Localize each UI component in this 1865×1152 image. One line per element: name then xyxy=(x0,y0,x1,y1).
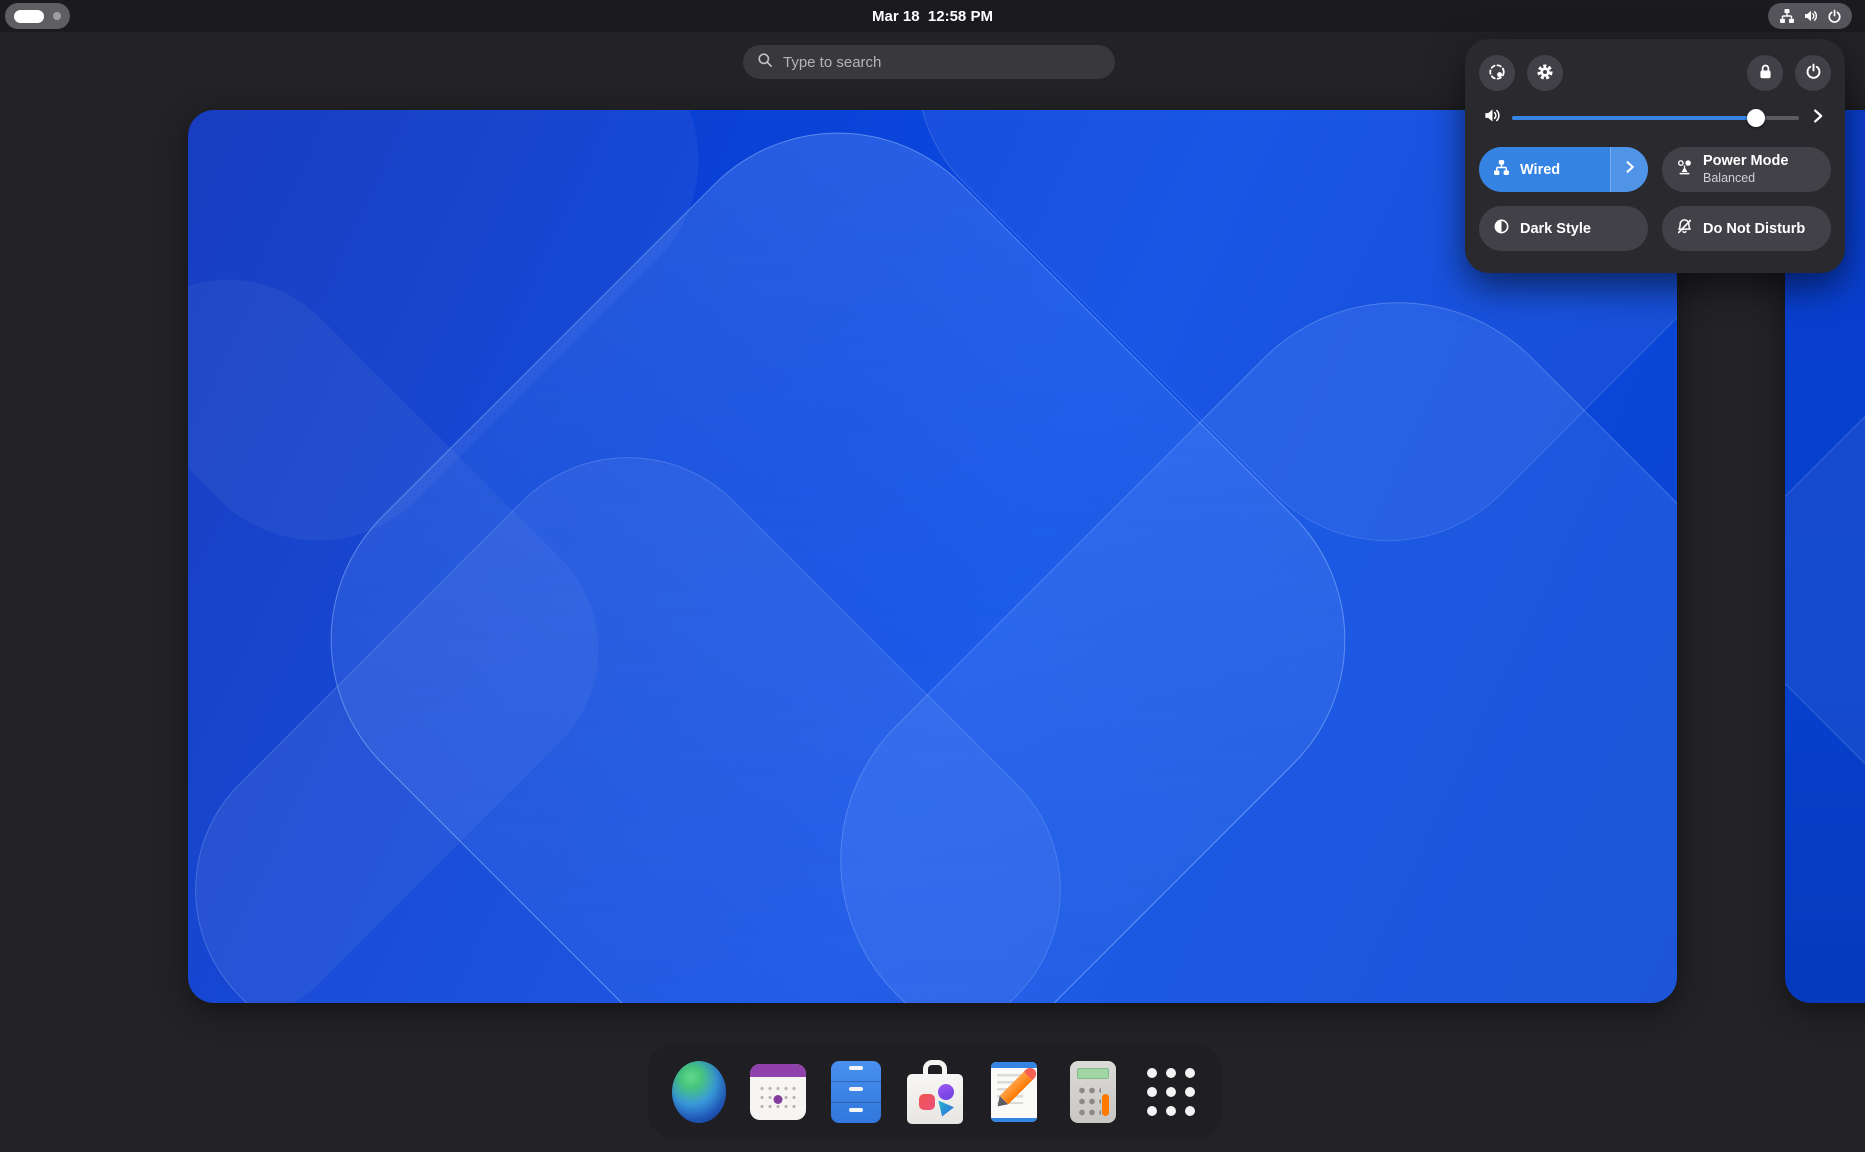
volume-slider-knob[interactable] xyxy=(1747,109,1765,127)
wired-label: Wired xyxy=(1520,162,1560,178)
show-apps-button[interactable] xyxy=(1135,1056,1207,1128)
calculator-icon xyxy=(1070,1061,1116,1123)
app-text-editor[interactable] xyxy=(978,1056,1050,1128)
dark-style-toggle[interactable]: Dark Style xyxy=(1479,206,1648,251)
power-mode-toggle[interactable]: Power Mode Balanced xyxy=(1662,147,1831,192)
workspace-active-pill[interactable] xyxy=(14,10,44,23)
power-mode-text: Power Mode Balanced xyxy=(1703,153,1788,185)
do-not-disturb-label: Do Not Disturb xyxy=(1703,221,1805,237)
lock-button[interactable] xyxy=(1747,55,1783,91)
speaker-icon xyxy=(1483,106,1502,130)
app-web-browser[interactable] xyxy=(663,1056,735,1128)
clock-button[interactable]: Mar 18 12:58 PM xyxy=(860,0,1005,32)
power-mode-label: Power Mode xyxy=(1703,153,1788,170)
wired-toggle[interactable]: Wired xyxy=(1479,147,1648,192)
search-placeholder: Type to search xyxy=(783,54,881,71)
quick-settings-panel: Wired Power M xyxy=(1465,39,1845,273)
power-profile-balanced-icon xyxy=(1676,159,1693,181)
wallpaper-shape xyxy=(1785,166,1865,1003)
quick-toggles-row-1: Wired Power M xyxy=(1479,147,1831,192)
do-not-disturb-toggle[interactable]: Do Not Disturb xyxy=(1662,206,1831,251)
web-globe-icon xyxy=(672,1061,726,1123)
dash-dock xyxy=(648,1043,1222,1140)
network-wired-icon xyxy=(1779,8,1795,24)
power-icon xyxy=(1827,9,1842,24)
quick-toggles-row-2: Dark Style Do Not Disturb xyxy=(1479,206,1831,251)
volume-row xyxy=(1479,103,1831,133)
bell-slash-icon xyxy=(1676,218,1693,240)
workspace-indicator[interactable] xyxy=(5,3,70,29)
screenshot-button[interactable] xyxy=(1479,55,1515,91)
power-mode-sublabel: Balanced xyxy=(1703,171,1788,185)
volume-icon xyxy=(1803,8,1819,24)
lock-icon xyxy=(1757,63,1774,83)
top-bar: Mar 18 12:58 PM xyxy=(0,0,1865,32)
workspace-inactive-dot[interactable] xyxy=(53,12,61,20)
dark-style-label: Dark Style xyxy=(1520,221,1591,237)
workspace-preview-1[interactable] xyxy=(188,110,1677,1003)
volume-slider-fill xyxy=(1512,116,1756,120)
quick-settings-header xyxy=(1479,55,1831,91)
gnome-overview-screen: { "top_bar": { "clock": "Mar 18 12:58 PM… xyxy=(0,0,1865,1152)
app-calendar[interactable] xyxy=(742,1056,814,1128)
dark-style-icon xyxy=(1493,218,1510,240)
network-wired-icon xyxy=(1493,159,1510,181)
app-grid-icon xyxy=(1147,1068,1195,1116)
file-cabinet-icon xyxy=(831,1061,881,1123)
power-menu-button[interactable] xyxy=(1795,55,1831,91)
wired-expand-arrow[interactable] xyxy=(1610,147,1648,192)
text-editor-icon xyxy=(987,1060,1041,1124)
wired-toggle-main[interactable]: Wired xyxy=(1479,147,1600,192)
search-input[interactable]: Type to search xyxy=(743,45,1115,79)
volume-slider[interactable] xyxy=(1512,109,1799,127)
chevron-right-icon[interactable] xyxy=(1809,107,1827,130)
power-icon xyxy=(1805,63,1822,83)
settings-button[interactable] xyxy=(1527,55,1563,91)
app-files[interactable] xyxy=(820,1056,892,1128)
app-calculator[interactable] xyxy=(1057,1056,1129,1128)
screenshot-icon xyxy=(1488,63,1506,84)
chevron-right-icon xyxy=(1622,159,1638,180)
calendar-icon xyxy=(750,1064,806,1120)
system-status-area[interactable] xyxy=(1768,3,1852,29)
app-software[interactable] xyxy=(899,1056,971,1128)
gear-icon xyxy=(1536,63,1554,84)
search-icon xyxy=(757,52,773,73)
software-bag-icon xyxy=(907,1060,963,1124)
